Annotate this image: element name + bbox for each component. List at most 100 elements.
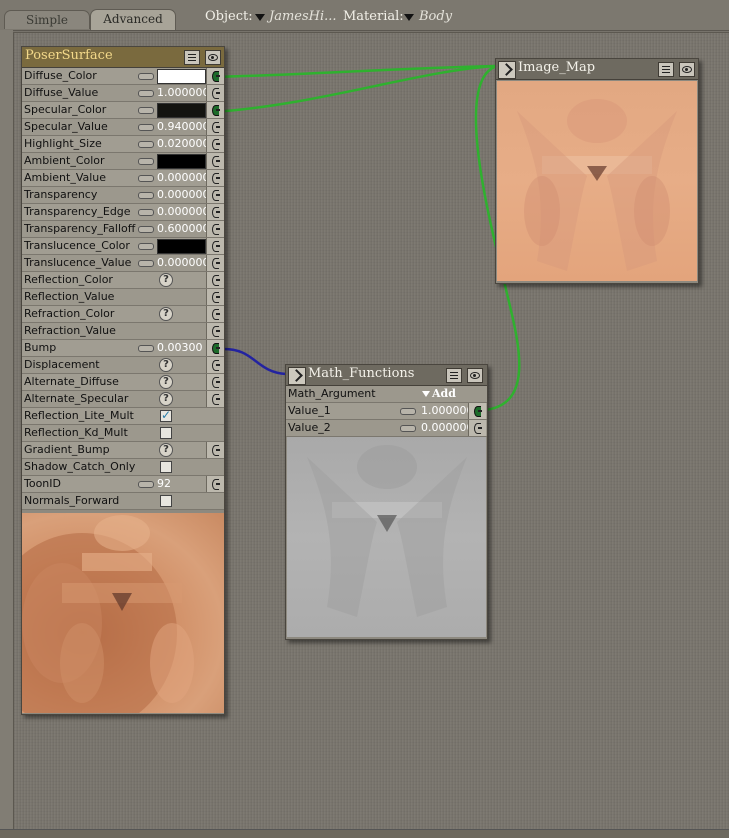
plug-icon[interactable] [206, 476, 224, 492]
math-argument-select[interactable]: Add [422, 386, 456, 402]
input-row-reflection-value[interactable]: Reflection_Value [22, 289, 224, 306]
input-value[interactable]: 0.000000 [157, 204, 210, 220]
input-row-diffuse-value[interactable]: Diffuse_Value 1.000000 [22, 85, 224, 102]
math-functions-title-bar[interactable]: Math_Functions [286, 365, 487, 386]
plug-icon[interactable] [206, 187, 224, 203]
plug-icon[interactable] [206, 102, 224, 118]
node-menu-icon[interactable] [446, 368, 462, 383]
link-icon[interactable] [138, 107, 154, 114]
input-row-transparency[interactable]: Transparency 0.000000 [22, 187, 224, 204]
input-row-normals-forward[interactable]: Normals_Forward [22, 493, 224, 510]
color-swatch[interactable] [157, 103, 206, 118]
input-row-reflection-kd-mult[interactable]: Reflection_Kd_Mult [22, 425, 224, 442]
input-row-ambient-color[interactable]: Ambient_Color [22, 153, 224, 170]
plug-icon[interactable] [206, 68, 224, 84]
input-row-ambient-value[interactable]: Ambient_Value 0.000000 [22, 170, 224, 187]
input-value[interactable]: 0.000000 [421, 420, 474, 436]
tab-advanced[interactable]: Advanced [90, 9, 176, 30]
link-icon[interactable] [138, 192, 154, 199]
help-icon[interactable]: ? [159, 392, 173, 406]
input-row-shadow-catch-only[interactable]: Shadow_Catch_Only [22, 459, 224, 476]
input-row-reflection-lite-mult[interactable]: Reflection_Lite_Mult [22, 407, 224, 425]
link-icon[interactable] [138, 260, 154, 267]
poser-surface-title-bar[interactable]: PoserSurface [22, 47, 224, 68]
input-row-value-1[interactable]: Value_1 1.000000 [286, 403, 487, 420]
input-row-displacement[interactable]: Displacement? [22, 357, 224, 374]
preview-toggle-icon[interactable] [205, 50, 221, 65]
poser-surface-node[interactable]: PoserSurface Diffuse_Color Diffuse_Value 1… [21, 46, 225, 715]
object-select[interactable]: JamesHi... [269, 9, 337, 24]
input-row-translucence-value[interactable]: Translucence_Value 0.000000 [22, 255, 224, 272]
link-icon[interactable] [138, 175, 154, 182]
link-icon[interactable] [138, 73, 154, 80]
object-dropdown-icon[interactable] [255, 14, 265, 21]
input-row-highlight-size[interactable]: Highlight_Size 0.020000 [22, 136, 224, 153]
input-value[interactable]: 1.000000 [157, 85, 210, 101]
input-value[interactable]: 1.000000 [421, 403, 474, 419]
plug-icon[interactable] [206, 221, 224, 237]
input-row-bump[interactable]: Bump 0.00300 [22, 340, 224, 357]
input-value[interactable]: 0.00300 [157, 340, 203, 356]
link-icon[interactable] [138, 243, 154, 250]
plug-icon[interactable] [206, 374, 224, 390]
input-row-diffuse-color[interactable]: Diffuse_Color [22, 68, 224, 85]
color-swatch[interactable] [157, 154, 206, 169]
input-row-alternate-specular[interactable]: Alternate_Specular? [22, 391, 224, 408]
input-row-gradient-bump[interactable]: Gradient_Bump? [22, 442, 224, 459]
input-value[interactable]: 0.000000 [157, 255, 210, 271]
math-argument-row[interactable]: Math_Argument Add [286, 386, 487, 403]
link-icon[interactable] [400, 408, 416, 415]
image-map-title-bar[interactable]: Image_Map [496, 59, 698, 80]
input-row-refraction-value[interactable]: Refraction_Value [22, 323, 224, 340]
plug-icon[interactable] [206, 289, 224, 305]
input-value[interactable]: 0.020000 [157, 136, 210, 152]
input-row-translucence-color[interactable]: Translucence_Color [22, 238, 224, 255]
node-collapse-icon[interactable] [498, 61, 516, 79]
help-icon[interactable]: ? [159, 443, 173, 457]
link-icon[interactable] [138, 124, 154, 131]
preview-toggle-icon[interactable] [467, 368, 483, 383]
input-value[interactable]: 0.000000 [157, 170, 210, 186]
link-icon[interactable] [138, 226, 154, 233]
plug-icon[interactable] [206, 85, 224, 101]
input-row-refraction-color[interactable]: Refraction_Color? [22, 306, 224, 323]
input-row-toonid[interactable]: ToonID 92 [22, 476, 224, 493]
link-icon[interactable] [138, 345, 154, 352]
color-swatch[interactable] [157, 239, 206, 254]
node-menu-icon[interactable] [184, 50, 200, 65]
node-collapse-icon[interactable] [288, 367, 306, 385]
plug-icon[interactable] [206, 272, 224, 288]
material-select[interactable]: Body [419, 9, 452, 24]
help-icon[interactable]: ? [159, 375, 173, 389]
input-value[interactable]: 0.940000 [157, 119, 210, 135]
plug-icon[interactable] [206, 170, 224, 186]
plug-icon[interactable] [206, 306, 224, 322]
checkbox[interactable] [160, 495, 172, 507]
input-row-alternate-diffuse[interactable]: Alternate_Diffuse? [22, 374, 224, 391]
plug-icon[interactable] [206, 391, 224, 407]
input-value[interactable]: 92 [157, 476, 171, 492]
link-icon[interactable] [400, 425, 416, 432]
preview-toggle-icon[interactable] [679, 62, 695, 77]
plug-icon[interactable] [206, 255, 224, 271]
link-icon[interactable] [138, 141, 154, 148]
plug-icon[interactable] [206, 340, 224, 356]
input-row-value-2[interactable]: Value_2 0.000000 [286, 420, 487, 437]
help-icon[interactable]: ? [159, 307, 173, 321]
plug-icon[interactable] [206, 238, 224, 254]
plug-icon[interactable] [206, 357, 224, 373]
math-functions-node[interactable]: Math_Functions Math_Argument Add Value_1… [285, 364, 488, 640]
plug-icon[interactable] [206, 323, 224, 339]
input-value[interactable]: 0.600000 [157, 221, 210, 237]
material-dropdown-icon[interactable] [404, 14, 414, 21]
checkbox[interactable] [160, 407, 172, 423]
plug-icon[interactable] [206, 136, 224, 152]
tab-simple[interactable]: Simple [4, 10, 90, 29]
link-icon[interactable] [138, 90, 154, 97]
plug-icon[interactable] [206, 119, 224, 135]
checkbox[interactable] [160, 461, 172, 473]
plug-icon[interactable] [468, 420, 486, 436]
input-row-transparency-edge[interactable]: Transparency_Edge 0.000000 [22, 204, 224, 221]
color-swatch[interactable] [157, 69, 206, 84]
input-row-reflection-color[interactable]: Reflection_Color? [22, 272, 224, 289]
